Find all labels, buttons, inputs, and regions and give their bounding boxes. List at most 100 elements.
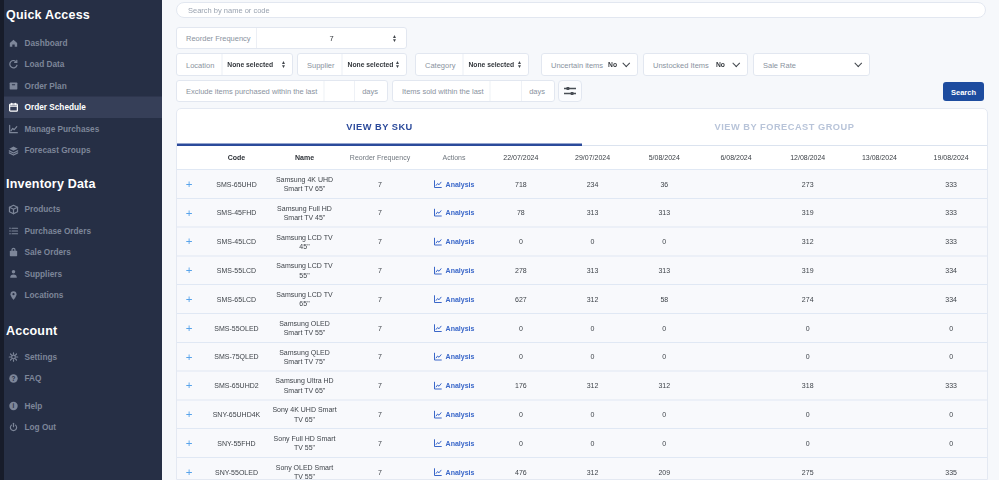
table-row: +SMS-65LCDSamsung LCD TV 65"7Analysis627… [177, 284, 987, 313]
sidebar: Quick AccessDashboardLoad DataOrder Plan… [0, 0, 162, 480]
cell-forecast-value: 0 [628, 314, 700, 342]
cell-forecast-value: 0 [915, 343, 987, 371]
sidebar-item-purchase-orders[interactable]: Purchase Orders [0, 220, 162, 242]
sidebar-item-products[interactable]: Products [0, 199, 162, 221]
filter-category-select[interactable]: None selected ▲▼ [463, 54, 528, 75]
tab-view-by-sku[interactable]: VIEW BY SKU [177, 109, 582, 146]
sidebar-item-locations[interactable]: Locations [0, 285, 162, 307]
sidebar-item-settings[interactable]: Settings [0, 346, 162, 368]
analysis-link[interactable]: Analysis [434, 467, 475, 476]
sidebar-item-dashboard[interactable]: Dashboard [0, 32, 162, 54]
expand-column-header [177, 146, 201, 169]
expand-row-button[interactable]: + [177, 372, 201, 400]
expand-row-button[interactable]: + [177, 285, 201, 313]
analysis-link[interactable]: Analysis [434, 179, 475, 188]
analysis-link[interactable]: Analysis [434, 295, 475, 304]
sidebar-item-faq[interactable]: ?FAQ [0, 368, 162, 390]
tab-view-by-forecast-group[interactable]: VIEW BY FORECAST GROUP [582, 109, 987, 146]
results-card: VIEW BY SKU VIEW BY FORECAST GROUP CodeN… [176, 108, 988, 480]
sidebar-item-forecast-groups[interactable]: Forecast Groups [0, 140, 162, 162]
filter-supplier-label: Supplier [298, 60, 335, 69]
list-icon [8, 225, 20, 237]
cell-name: Sony 4K UHD Smart TV 65" [272, 400, 337, 428]
cell-code: SNY-65UHD4K [201, 400, 272, 428]
reorder-frequency-input[interactable]: 7 ▲▼ [257, 28, 406, 48]
cell-forecast-value: 0 [485, 228, 557, 256]
cell-code: SNY-55FHD [201, 429, 272, 457]
filter-unstocked-items-select[interactable]: No [709, 54, 747, 75]
items-sold-days-input[interactable] [490, 81, 522, 101]
cell-forecast-value [844, 256, 916, 284]
cell-forecast-value: 333 [915, 372, 987, 400]
sidebar-item-order-plan[interactable]: Order Plan [0, 75, 162, 97]
cell-forecast-value: 627 [485, 285, 557, 313]
cell-forecast-value: 0 [628, 400, 700, 428]
expand-row-button[interactable]: + [177, 199, 201, 227]
search-input[interactable] [176, 2, 986, 18]
analysis-link[interactable]: Analysis [434, 323, 475, 332]
sidebar-item-manage-purchases[interactable]: Manage Purchases [0, 118, 162, 140]
table-row: +SMS-45FHDSamsung Full HD Smart TV 45"7A… [177, 198, 987, 227]
expand-row-button[interactable]: + [177, 228, 201, 256]
cell-forecast-value: 274 [772, 285, 844, 313]
sidebar-item-load-data[interactable]: Load Data [0, 54, 162, 76]
analysis-link[interactable]: Analysis [434, 237, 475, 246]
table-row: +SNY-55FHDSony Full HD Smart TV 55"7Anal… [177, 428, 987, 457]
analysis-label: Analysis [446, 381, 475, 389]
advanced-filters-button[interactable] [558, 80, 582, 102]
sidebar-item-log-out[interactable]: Log Out [0, 417, 162, 439]
cell-name: Samsung QLED Smart TV 75" [272, 343, 337, 371]
column-header: 22/07/2024 [485, 146, 557, 169]
exclude-purchased-days-input[interactable] [323, 81, 355, 101]
analysis-link[interactable]: Analysis [434, 439, 475, 448]
cell-actions: Analysis [423, 285, 485, 313]
analysis-link[interactable]: Analysis [434, 410, 475, 419]
cell-code: SMS-45LCD [201, 228, 272, 256]
cell-forecast-value [700, 400, 772, 428]
cell-code: SNY-55OLED [201, 458, 272, 480]
expand-row-button[interactable]: + [177, 343, 201, 371]
analysis-link[interactable]: Analysis [434, 352, 475, 361]
expand-row-button[interactable]: + [177, 170, 201, 198]
cell-forecast-value: 312 [557, 285, 629, 313]
expand-row-button[interactable]: + [177, 400, 201, 428]
expand-row-button[interactable]: + [177, 314, 201, 342]
analysis-label: Analysis [446, 295, 475, 303]
sidebar-item-order-schedule[interactable]: Order Schedule [0, 97, 162, 119]
table-row: +SMS-55LCDSamsung LCD TV 55"7Analysis278… [177, 255, 987, 284]
analysis-label: Analysis [446, 237, 475, 245]
table-header: CodeNameReorder FrequencyActions22/07/20… [177, 146, 987, 169]
number-spinner-icon[interactable]: ▲▼ [392, 34, 397, 42]
search-button[interactable]: Search [943, 82, 984, 101]
filter-sale-rate-select[interactable] [796, 54, 869, 75]
sidebar-item-label: Forecast Groups [25, 146, 91, 156]
cell-forecast-value: 312 [557, 458, 629, 480]
cell-forecast-value: 312 [557, 372, 629, 400]
cell-actions: Analysis [423, 314, 485, 342]
expand-row-button[interactable]: + [177, 458, 201, 480]
sidebar-item-help[interactable]: iHelp [0, 395, 162, 417]
sidebar-item-label: Log Out [25, 423, 57, 433]
filter-uncertain-items-select[interactable]: No [603, 54, 637, 75]
cell-actions: Analysis [423, 429, 485, 457]
sidebar-item-suppliers[interactable]: Suppliers [0, 263, 162, 285]
cell-forecast-value [844, 285, 916, 313]
analysis-link[interactable]: Analysis [434, 208, 475, 217]
cell-forecast-value: 58 [628, 285, 700, 313]
expand-row-button[interactable]: + [177, 429, 201, 457]
sidebar-item-label: Dashboard [25, 38, 68, 48]
filter-location-select[interactable]: None selected ▲▼ [222, 54, 292, 75]
sidebar-item-sale-orders[interactable]: Sale Orders [0, 242, 162, 264]
filter-location: Location None selected ▲▼ [176, 53, 293, 76]
sidebar-item-label: Order Plan [25, 81, 67, 91]
expand-row-button[interactable]: + [177, 256, 201, 284]
info-circle-icon: i [8, 400, 20, 412]
sidebar-section: Quick AccessDashboardLoad DataOrder Plan… [0, 0, 162, 161]
analysis-label: Analysis [446, 439, 475, 447]
cell-forecast-value: 333 [915, 228, 987, 256]
cell-forecast-value: 334 [915, 285, 987, 313]
analysis-link[interactable]: Analysis [434, 381, 475, 390]
analysis-link[interactable]: Analysis [434, 266, 475, 275]
cell-forecast-value: 234 [557, 170, 629, 198]
filter-supplier-select[interactable]: None selected ▲▼ [343, 54, 406, 75]
